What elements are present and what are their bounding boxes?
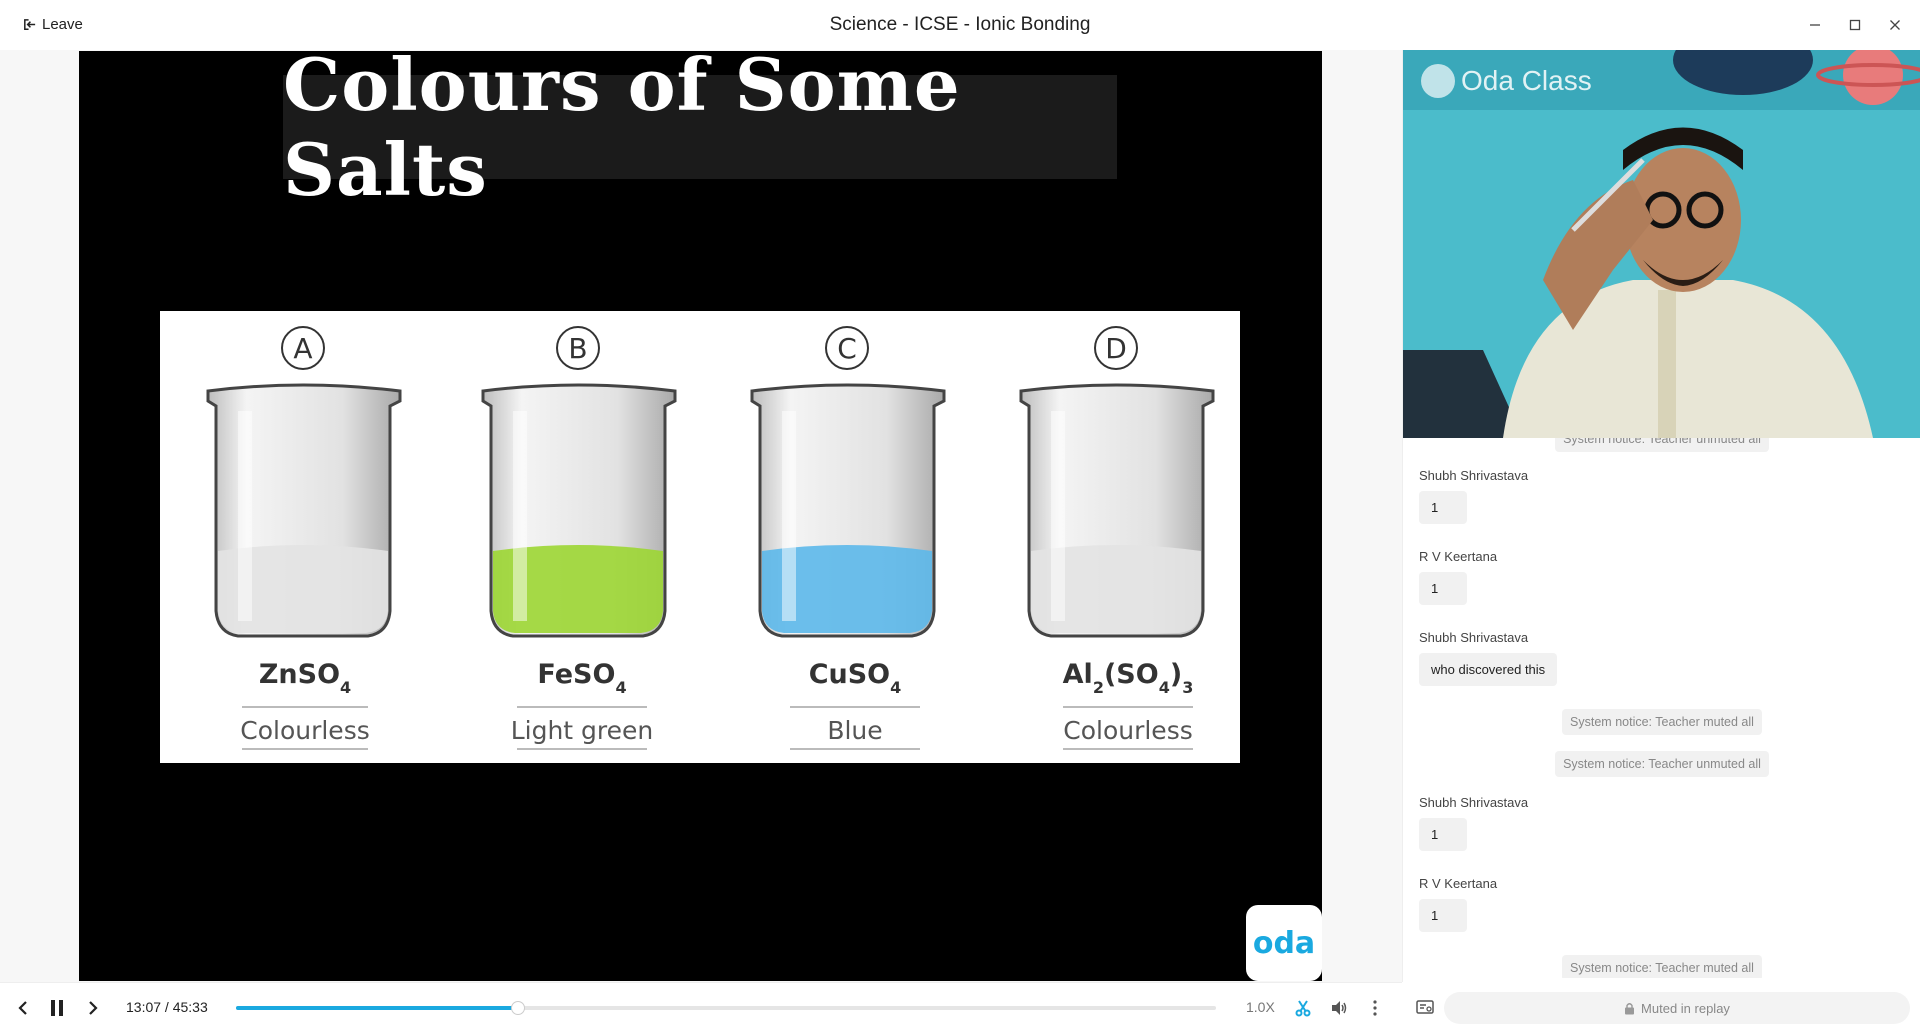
pause-icon [51,1000,63,1016]
chat-list: System notice: Teacher unmuted all Shubh… [1403,438,1920,978]
system-notice: System notice: Teacher unmuted all [1403,751,1920,777]
chat-message: R V Keertana 1 [1419,876,1497,932]
minimize-button[interactable] [1800,10,1830,40]
label-b: Light green [511,716,654,745]
beaker-c-letter: C [837,332,857,365]
slide-title-box: Colours of Some Salts [283,51,1117,212]
progress-handle[interactable] [511,1001,526,1015]
chat-message: R V Keertana 1 [1419,549,1497,605]
message-text: 1 [1419,491,1467,524]
maximize-icon [1849,19,1861,31]
leave-button[interactable]: Leave [22,16,83,33]
leave-icon [24,19,36,30]
label-c: Blue [827,716,882,745]
minimize-icon [1810,24,1820,26]
player-controls: 13:07 / 45:33 1.0X [0,982,1402,1032]
teacher-video-frame [1403,50,1920,438]
right-panel: Oda Class System notice: Teacher unmuted… [1402,50,1920,1032]
close-button[interactable] [1880,10,1910,40]
previous-button[interactable] [10,995,36,1021]
label-d: Colourless [1063,716,1193,745]
pause-button[interactable] [44,995,70,1021]
beaker-b: B [481,326,677,638]
title-bar: Leave Science - ICSE - Ionic Bonding [0,0,1920,50]
slide-title: Colours of Some Salts [283,51,961,212]
chat-settings-icon [1416,1000,1434,1014]
message-author: R V Keertana [1419,549,1498,564]
message-author: Shubh Shrivastava [1419,630,1529,645]
video-watermark: Oda Class [1421,64,1592,98]
chat-footer: Muted in replay [1402,982,1920,1032]
progress-bar[interactable] [236,1001,1216,1015]
oda-logo: oda [1246,905,1322,981]
volume-button[interactable] [1326,995,1352,1021]
close-icon [1890,20,1900,30]
muted-in-replay-notice: Muted in replay [1444,992,1910,1024]
system-notice: System notice: Teacher muted all [1403,709,1920,735]
formula-a: ZnSO4 [259,659,351,697]
playback-time: 13:07 / 45:33 [126,999,208,1015]
maximize-button[interactable] [1840,10,1870,40]
slide-stage: Colours of Some Salts A B C D ZnSO4 FeSO… [79,51,1322,981]
system-notice-partial: System notice: Teacher unmuted all [1403,438,1920,452]
window-title: Science - ICSE - Ionic Bonding [829,14,1091,35]
more-options-button[interactable] [1362,995,1388,1021]
beaker-d-letter: D [1105,332,1127,365]
message-text: 1 [1419,899,1467,932]
next-button[interactable] [80,995,106,1021]
beakers-figure: A B C D ZnSO4 FeSO4 CuSO4 Al2(SO4)3 Colo… [160,311,1240,763]
label-a: Colourless [240,716,370,745]
message-author: Shubh Shrivastava [1419,795,1529,810]
more-vertical-icon [1373,1000,1377,1016]
chat-message: Shubh Shrivastava who discovered this [1419,630,1558,686]
beaker-a-letter: A [293,332,312,365]
formula-d: Al2(SO4)3 [1063,659,1194,697]
clip-button[interactable] [1290,995,1316,1021]
muted-in-replay-label: Muted in replay [1641,1000,1730,1016]
chevron-right-icon [89,1001,98,1015]
chat-settings-button[interactable] [1412,994,1438,1020]
beaker-d: D [1019,326,1215,638]
chat-message: Shubh Shrivastava 1 [1419,795,1528,851]
video-watermark-text: Oda Class [1461,65,1592,96]
message-text: who discovered this [1419,653,1558,686]
beaker-b-letter: B [568,332,587,365]
formula-c: CuSO4 [809,659,902,697]
chevron-left-icon [18,1001,27,1015]
beaker-a: A [206,326,402,638]
volume-icon [1332,1001,1347,1015]
teacher-video: Oda Class [1403,50,1920,438]
message-author: R V Keertana [1419,876,1498,891]
lock-icon [1625,1002,1635,1014]
beaker-c: C [750,326,946,638]
leave-label: Leave [42,16,83,33]
message-author: Shubh Shrivastava [1419,468,1529,483]
message-text: 1 [1419,818,1467,851]
progress-fill [236,1006,519,1010]
scissors-icon [1295,1000,1311,1017]
message-text: 1 [1419,572,1467,605]
speed-button[interactable]: 1.0X [1246,999,1275,1015]
system-notice: System notice: Teacher muted all [1403,955,1920,978]
formula-b: FeSO4 [537,659,626,697]
chat-message: Shubh Shrivastava 1 [1419,468,1528,524]
oda-class-icon [1421,64,1455,98]
